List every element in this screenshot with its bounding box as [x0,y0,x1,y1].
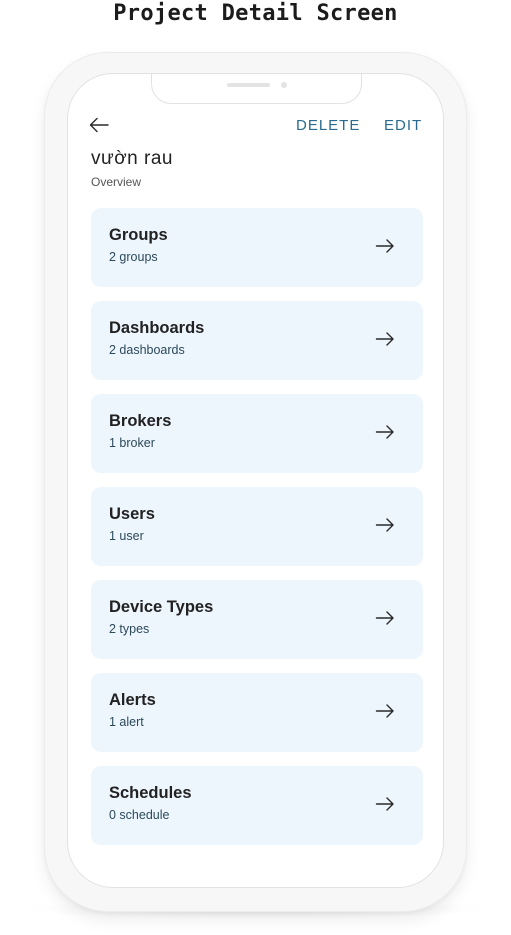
delete-button[interactable]: DELETE [296,117,360,135]
card-device-types[interactable]: Device Types 2 types [91,580,423,659]
phone-notch [151,74,362,104]
arrow-right-icon [375,423,395,441]
back-button[interactable] [88,115,112,137]
card-count: 2 dashboards [109,343,185,357]
arrow-left-icon [88,115,112,135]
card-count: 2 types [109,622,150,636]
card-groups[interactable]: Groups 2 groups [91,208,423,287]
card-count: 0 schedule [109,808,170,822]
card-dashboards[interactable]: Dashboards 2 dashboards [91,301,423,380]
phone-screen: DELETE EDIT vườn rau Overview Groups 2 g… [67,73,444,888]
page-title: vườn rau [91,148,173,169]
card-schedules[interactable]: Schedules 0 schedule [91,766,423,845]
card-title: Users [109,505,155,523]
card-count: 1 user [109,529,144,543]
card-title: Brokers [109,412,172,430]
section-list: Groups 2 groups Dashboards 2 dashboards … [91,208,423,859]
arrow-right-icon [375,702,395,720]
card-title: Groups [109,226,168,244]
arrow-right-icon [375,237,395,255]
arrow-right-icon [375,609,395,627]
speaker-grille [227,83,270,87]
card-alerts[interactable]: Alerts 1 alert [91,673,423,752]
card-title: Device Types [109,598,214,616]
arrow-right-icon [375,795,395,813]
edit-button[interactable]: EDIT [384,117,422,135]
card-title: Dashboards [109,319,205,337]
arrow-right-icon [375,516,395,534]
front-camera [281,82,287,88]
card-title: Schedules [109,784,192,802]
card-title: Alerts [109,691,156,709]
screen-caption: Project Detail Screen [113,1,398,26]
card-count: 2 groups [109,250,158,264]
arrow-right-icon [375,330,395,348]
page-subtitle: Overview [91,175,142,189]
card-users[interactable]: Users 1 user [91,487,423,566]
card-count: 1 broker [109,436,155,450]
card-brokers[interactable]: Brokers 1 broker [91,394,423,473]
card-count: 1 alert [109,715,144,729]
